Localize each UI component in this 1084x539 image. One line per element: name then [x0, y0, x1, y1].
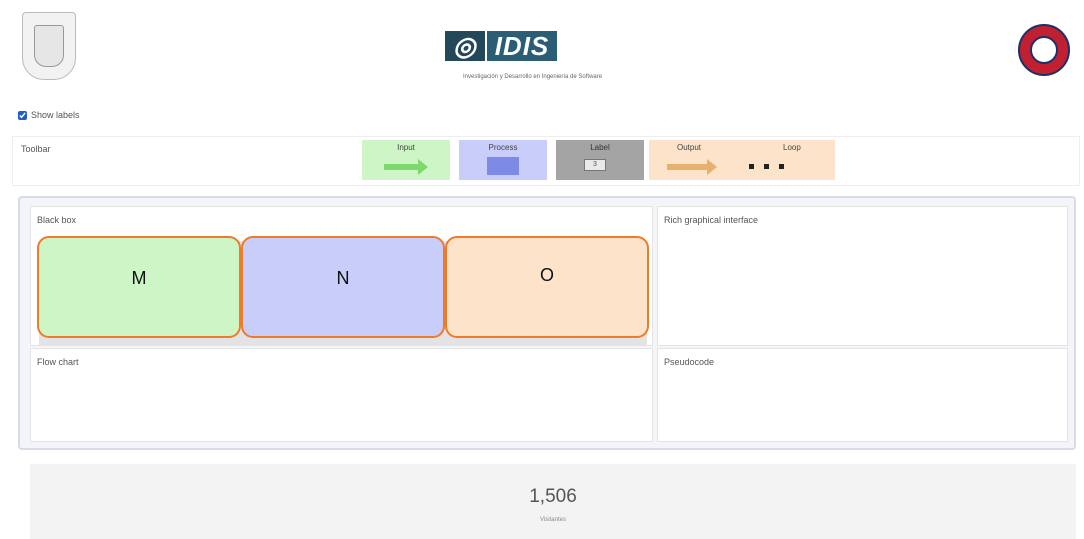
tool-output-loop: Output Loop — [649, 140, 835, 180]
tool-label-label: Label — [590, 143, 610, 152]
pseudocode-title: Pseudocode — [664, 357, 715, 367]
tool-label[interactable]: Label 3 — [556, 140, 644, 180]
rich-interface-title: Rich graphical interface — [664, 215, 759, 225]
tool-output-label[interactable]: Output — [677, 143, 701, 152]
label-value-box: 3 — [584, 159, 606, 171]
toolbar-title: Toolbar — [21, 144, 51, 154]
tool-input-label: Input — [397, 143, 415, 152]
show-labels-toggle[interactable]: Show labels — [18, 110, 80, 120]
idis-logo: ◎ IDIS Investigación y Desarrollo en Ing… — [445, 30, 655, 92]
flow-chart-title: Flow chart — [37, 357, 79, 367]
toolbar: Toolbar Input Process Label 3 Output Loo… — [12, 136, 1080, 186]
black-box-title: Black box — [37, 215, 77, 225]
university-crest-icon — [1018, 24, 1070, 76]
black-box-output-block[interactable]: O — [445, 236, 649, 338]
tool-input[interactable]: Input — [362, 140, 450, 180]
seal-shield — [34, 25, 64, 67]
pseudocode-panel[interactable]: Pseudocode — [657, 348, 1068, 442]
show-labels-checkbox[interactable] — [18, 110, 27, 120]
flow-chart-panel[interactable]: Flow chart — [30, 348, 653, 442]
black-box-process-block[interactable]: N — [241, 236, 445, 338]
visitor-count: 1,506 — [529, 486, 577, 507]
dot — [779, 164, 784, 169]
app-page: ◎ IDIS Investigación y Desarrollo en Ing… — [0, 0, 1084, 539]
visitor-label: Visitantes — [540, 517, 566, 523]
tool-loop-label[interactable]: Loop — [783, 143, 801, 152]
idis-logo-text: IDIS — [486, 31, 558, 61]
rich-interface-panel[interactable]: Rich graphical interface — [657, 206, 1068, 346]
tool-process[interactable]: Process — [459, 140, 547, 180]
black-box-input-block[interactable]: M — [37, 236, 241, 338]
idis-tagline: Investigación y Desarrollo en Ingeniería… — [463, 74, 603, 80]
tool-process-label: Process — [488, 143, 518, 152]
green-arrow-icon — [384, 159, 428, 175]
idis-logo-mark: ◎ IDIS — [445, 30, 655, 62]
dots-icon[interactable] — [749, 164, 784, 169]
dot — [764, 164, 769, 169]
university-seal-icon — [22, 12, 76, 80]
visitor-counter: 1,506 Visitantes — [30, 464, 1076, 539]
crest-center — [1030, 36, 1058, 64]
show-labels-text: Show labels — [31, 110, 80, 120]
idis-swirl-icon: ◎ — [445, 31, 485, 61]
orange-arrow-icon[interactable] — [667, 159, 717, 175]
process-block-icon — [487, 157, 519, 175]
dot — [749, 164, 754, 169]
